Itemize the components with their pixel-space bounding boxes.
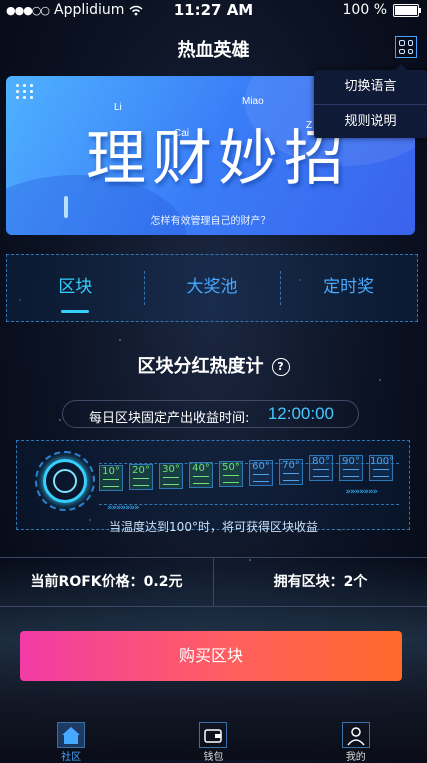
gauge-cell-bar: [283, 473, 299, 481]
bottom-tab-bar: 社区 钱包 我的: [0, 718, 427, 763]
banner-subtitle: 怎样有效管理自己的财产？: [150, 216, 271, 227]
gauge-cell: 90°: [339, 455, 363, 481]
gauge-cell-bar: [223, 475, 239, 483]
gauge-cell-bar: [313, 469, 329, 477]
gauge-cell-label: 100°: [370, 456, 395, 467]
tab-community-label: 社区: [61, 752, 82, 763]
gauge-cell-bar: [343, 469, 359, 477]
heat-gauge: 10° 20° 30° 40° 50° 60° 70° 80° 90° 100° »»»»»»» …: [16, 440, 410, 530]
gauge-cell-label: 10°: [102, 466, 120, 477]
tab-wallet-label: 钱包: [203, 752, 224, 763]
buy-block-button[interactable]: 购买区块: [20, 631, 402, 681]
gauge-cell-label: 30°: [162, 464, 180, 475]
gauge-cell-label: 60°: [252, 461, 270, 472]
gauge-cell-bar: [373, 469, 389, 477]
daily-time-pill: 每日区块固定产出收益时间: 12:00:00: [62, 400, 359, 428]
daily-time-label: 每日区块固定产出收益时间:: [89, 411, 250, 426]
gauge-cell-bar: [163, 477, 179, 485]
gauge-cell: 60°: [249, 460, 273, 486]
home-icon: [57, 722, 86, 748]
menu-item-rules[interactable]: 规则说明: [314, 104, 427, 139]
grid-icon[interactable]: [395, 36, 417, 58]
gauge-cell: 100°: [369, 455, 395, 481]
tab-jackpot[interactable]: 大奖池: [143, 255, 281, 321]
status-right: 100 %: [342, 2, 421, 18]
tab-community[interactable]: 社区: [0, 718, 142, 763]
battery-icon: [393, 3, 421, 17]
gauge-cell-bar: [193, 476, 209, 484]
tab-blocks[interactable]: 区块: [7, 255, 144, 321]
gauge-cell: 20°: [129, 464, 153, 490]
banner-headline: 理财妙招: [86, 124, 350, 194]
gauge-cell-label: 80°: [312, 456, 330, 467]
banner-pinyin: Miao: [242, 96, 264, 107]
grid-cell: [407, 40, 413, 46]
gauge-cell-label: 70°: [282, 460, 300, 471]
gauge-cell: 70°: [279, 459, 303, 485]
gauge-ring-inner: [53, 469, 77, 493]
gauge-cell: 80°: [309, 455, 333, 481]
gauge-cell: 40°: [189, 462, 213, 488]
arrows-icon: »»»»»»»: [107, 503, 140, 513]
price-info: 当前ROFK价格：0.2元: [30, 574, 183, 590]
section-title: 区块分红热度计?: [0, 352, 427, 378]
owned-blocks-info: 拥有区块：2个: [213, 558, 427, 606]
tab-timed-reward[interactable]: 定时奖: [280, 255, 417, 321]
grid-cell: [399, 40, 405, 46]
wallet-icon: [199, 722, 228, 748]
battery-percent: 100 %: [342, 2, 387, 18]
gauge-cell-label: 90°: [342, 456, 360, 467]
gauge-cell-label: 20°: [132, 465, 150, 476]
tab-profile-label: 我的: [345, 752, 366, 763]
gauge-cell-bar: [103, 479, 119, 487]
gauge-cell: 30°: [159, 463, 183, 489]
grid-cell: [407, 48, 413, 54]
daily-time-value: 12:00:00: [267, 404, 334, 423]
profile-icon: [341, 722, 370, 748]
page-title: 热血英雄: [177, 40, 250, 61]
gauge-cell: 10°: [99, 465, 123, 491]
tab-profile[interactable]: 我的: [285, 718, 427, 763]
gauge-cell-bar: [133, 478, 149, 486]
grid-cell: [399, 48, 405, 54]
section-title-text: 区块分红热度计: [137, 356, 264, 377]
gauge-note: 当温度达到100°时，将可获得区块收益: [109, 520, 318, 534]
gauge-cell-label: 50°: [222, 462, 240, 473]
dots-decoration-icon: [16, 84, 34, 99]
gauge-cell-bar: [253, 474, 269, 482]
tab-bar-top: 区块 大奖池 定时奖: [6, 254, 418, 322]
info-row: 当前ROFK价格：0.2元 拥有区块：2个: [0, 557, 427, 607]
question-circle-icon[interactable]: ?: [271, 358, 290, 376]
menu-item-language[interactable]: 切换语言: [314, 70, 427, 104]
tab-wallet[interactable]: 钱包: [142, 718, 284, 763]
arrows-icon: »»»»»»»: [345, 487, 378, 497]
status-bar: ●●●○○ Applidium 11:27 AM 100 %: [0, 0, 427, 20]
gauge-cell-label: 40°: [192, 463, 210, 474]
dropdown-menu: 切换语言 规则说明: [314, 64, 427, 139]
gauge-cell: 50°: [219, 461, 243, 487]
